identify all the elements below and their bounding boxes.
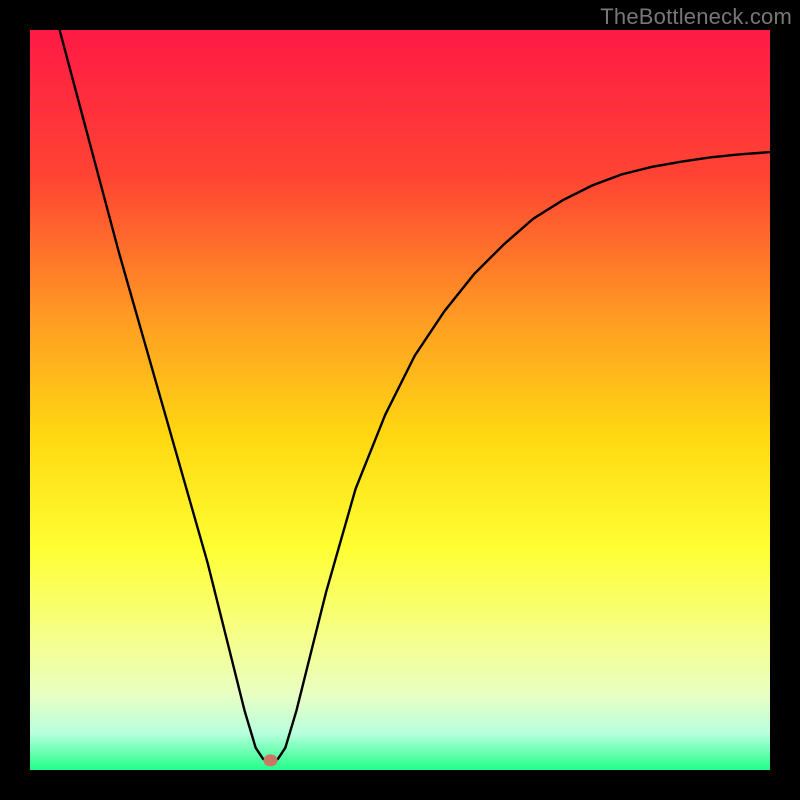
gradient-background <box>30 30 770 770</box>
watermark-text: TheBottleneck.com <box>600 4 792 30</box>
optimal-point-marker <box>264 754 278 766</box>
bottleneck-chart-svg <box>30 30 770 770</box>
chart-area <box>30 30 770 770</box>
